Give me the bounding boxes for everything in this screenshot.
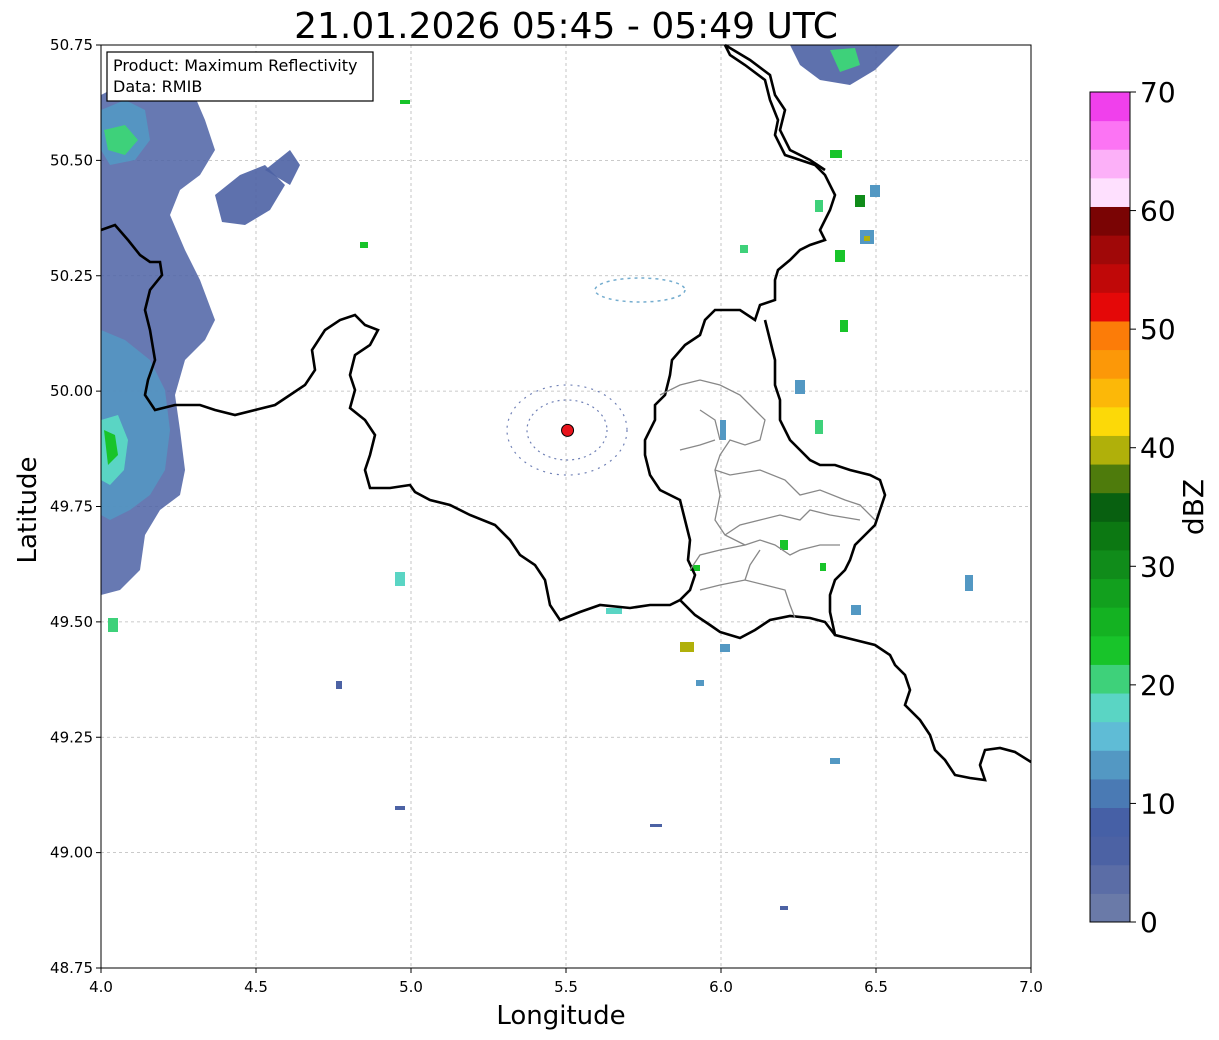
- y-tick-label: 50.00: [50, 382, 93, 400]
- x-axis-ticks: 4.0 4.5 5.0 5.5 6.0 6.5 7.0: [89, 968, 1043, 996]
- colorbar-swatch: [1090, 177, 1130, 207]
- x-tick-label: 7.0: [1019, 978, 1043, 996]
- colorbar-swatch: [1090, 778, 1130, 809]
- colorbar-swatch: [1090, 864, 1130, 894]
- colorbar-swatch: [1090, 578, 1130, 608]
- colorbar-tick-label: 70: [1140, 76, 1176, 109]
- colorbar-tick-label: 60: [1140, 195, 1176, 228]
- colorbar-tick-label: 40: [1140, 432, 1176, 465]
- colorbar-tick-label: 20: [1140, 669, 1176, 702]
- radar-site-marker: [561, 423, 575, 437]
- colorbar-swatch: [1090, 807, 1130, 837]
- info-data-source: Data: RMIB: [113, 77, 202, 96]
- y-tick-label: 50.25: [50, 267, 93, 285]
- colorbar-swatch: [1090, 235, 1130, 265]
- colorbar-swatch: [1090, 378, 1130, 408]
- y-axis-ticks: 48.75 49.00 49.25 49.50 49.75 50.00 50.25 50.50…: [50, 36, 101, 977]
- colorbar-swatch: [1090, 492, 1130, 522]
- colorbar-swatch: [1090, 263, 1130, 293]
- colorbar-swatch: [1090, 292, 1130, 322]
- info-product: Product: Maximum Reflectivity: [113, 56, 357, 75]
- y-tick-label: 49.00: [50, 844, 93, 862]
- x-tick-label: 5.0: [399, 978, 423, 996]
- colorbar-swatch: [1090, 635, 1130, 665]
- colorbar-swatch: [1090, 120, 1130, 150]
- colorbar-tick-label: 10: [1140, 787, 1176, 820]
- x-tick-label: 4.5: [244, 978, 268, 996]
- colorbar-swatch: [1090, 349, 1130, 379]
- y-axis-label: Latitude: [13, 456, 43, 563]
- y-tick-label: 49.50: [50, 613, 93, 631]
- colorbar-swatch: [1090, 893, 1130, 923]
- colorbar-swatch: [1090, 836, 1130, 866]
- colorbar-swatch: [1090, 92, 1130, 122]
- y-tick-label: 50.75: [50, 36, 93, 54]
- x-tick-label: 6.5: [864, 978, 888, 996]
- y-tick-label: 50.50: [50, 151, 93, 169]
- colorbar-swatch: [1090, 664, 1130, 694]
- colorbar-swatch: [1090, 464, 1130, 494]
- colorbar-swatch: [1090, 320, 1130, 351]
- colorbar-swatch: [1090, 521, 1130, 551]
- map-title: 21.01.2026 05:45 - 05:49 UTC: [294, 6, 838, 47]
- x-tick-label: 4.0: [89, 978, 113, 996]
- colorbar-swatch: [1090, 435, 1130, 465]
- colorbar-swatch: [1090, 607, 1130, 637]
- colorbar-label: dBZ: [1177, 479, 1210, 535]
- colorbar-swatch: [1090, 549, 1130, 580]
- radar-map: 4.0 4.5 5.0 5.5 6.0 6.5 7.0 48.75 49.00 49.25 49.…: [13, 6, 1210, 1031]
- info-box: Product: Maximum Reflectivity Data: RMIB: [106, 51, 374, 102]
- colorbar-swatch: [1090, 721, 1130, 751]
- x-tick-label: 5.5: [554, 978, 578, 996]
- y-tick-label: 49.25: [50, 728, 93, 746]
- colorbar-swatch: [1090, 693, 1130, 723]
- x-tick-label: 6.0: [709, 978, 733, 996]
- colorbar-ticks: 0 10 20 30 40 50 60 70: [1130, 76, 1176, 939]
- colorbar-tick-label: 0: [1140, 906, 1158, 939]
- colorbar-tick-label: 30: [1140, 550, 1176, 583]
- colorbar: [1089, 91, 1131, 923]
- colorbar-tick-label: 50: [1140, 313, 1176, 346]
- y-tick-label: 48.75: [50, 959, 93, 977]
- y-tick-label: 49.75: [50, 498, 93, 516]
- colorbar-swatch: [1090, 206, 1130, 236]
- x-axis-label: Longitude: [496, 1001, 625, 1031]
- colorbar-swatch: [1090, 149, 1130, 179]
- colorbar-swatch: [1090, 406, 1130, 436]
- colorbar-swatch: [1090, 750, 1130, 780]
